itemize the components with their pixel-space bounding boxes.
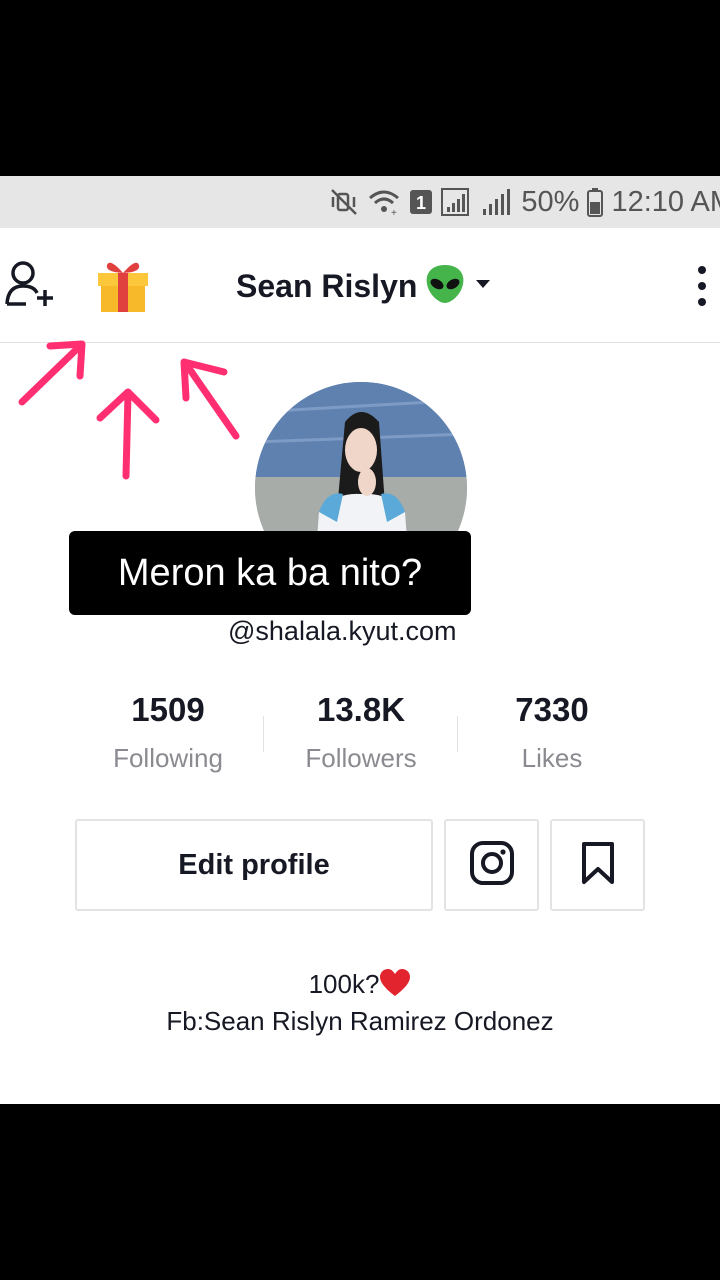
mute-vibrate-icon	[329, 187, 359, 217]
alien-emoji	[423, 262, 467, 311]
sim-label: 1	[416, 193, 426, 213]
battery-percent: 50%	[521, 185, 580, 218]
profile-bio: 100k? Fb:Sean Rislyn Ramirez Ordonez	[0, 966, 720, 1040]
status-bar: + 1 50% 12:10 AM	[0, 176, 720, 228]
arrow-annotation	[122, 390, 132, 480]
bio-text: 100k?	[308, 969, 380, 999]
profile-header: Sean Rislyn	[0, 228, 720, 343]
battery-icon	[587, 187, 604, 217]
username: Sean Rislyn	[236, 267, 418, 304]
signal-icon	[441, 187, 473, 217]
more-vert-icon[interactable]	[690, 264, 714, 308]
favorites-button[interactable]	[550, 819, 645, 911]
chevron-down-icon[interactable]	[473, 274, 493, 299]
arrow-annotation	[18, 342, 84, 406]
instagram-button[interactable]	[444, 819, 539, 911]
wifi-icon: +	[367, 187, 401, 217]
stat-value: 7330	[515, 691, 589, 728]
bio-line: Fb:Sean Rislyn Ramirez Ordonez	[166, 1006, 554, 1036]
username-switcher[interactable]: Sean Rislyn	[236, 264, 493, 308]
stat-likes[interactable]: 7330 Likes	[452, 691, 652, 774]
instagram-icon	[469, 840, 515, 891]
bio-line: 100k?	[0, 966, 720, 1003]
arrow-annotation	[182, 360, 240, 440]
profile-handle: @shalala.kyut.com	[228, 616, 457, 646]
signal-icon	[481, 187, 513, 217]
stat-value: 13.8K	[316, 691, 406, 728]
heart-emoji	[379, 969, 411, 999]
stat-label: Following	[113, 743, 223, 773]
edit-profile-button[interactable]: Edit profile	[75, 819, 433, 911]
app-screen: + 1 50% 12:10 AM Sean Rislyn	[0, 176, 720, 1104]
stat-followers[interactable]: 13.8K Followers	[261, 691, 461, 774]
annotation-arrows	[18, 340, 240, 480]
stat-label: Likes	[521, 743, 583, 773]
svg-text:+: +	[391, 208, 397, 217]
clock: 12:10 AM	[611, 185, 720, 218]
gift-icon[interactable]	[96, 258, 150, 314]
bookmark-icon	[580, 841, 616, 890]
video-caption-overlay: Meron ka ba nito?	[69, 531, 471, 615]
stat-value: 1509	[131, 691, 205, 728]
sim-badge-icon: 1	[409, 189, 433, 215]
stat-following[interactable]: 1509 Following	[68, 691, 268, 774]
stat-label: Followers	[305, 743, 417, 773]
add-friend-icon[interactable]	[4, 260, 58, 310]
